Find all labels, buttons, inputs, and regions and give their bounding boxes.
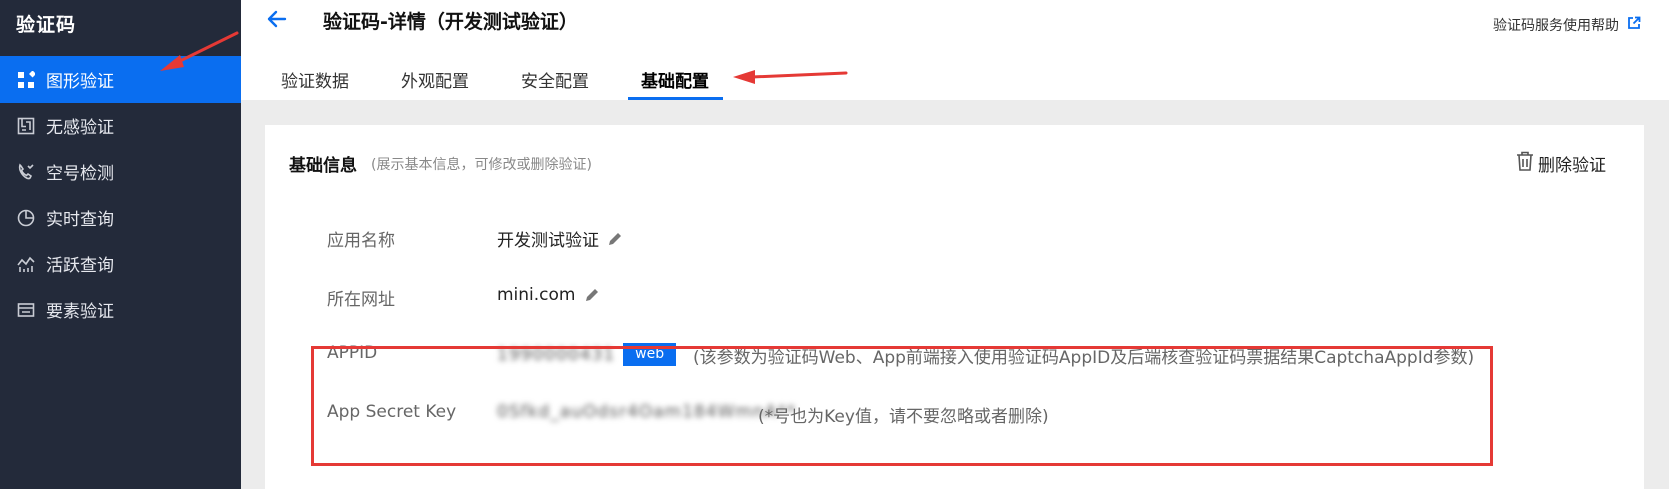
section-title: 基础信息 (289, 156, 357, 176)
back-arrow-icon[interactable] (265, 7, 293, 33)
highlight-box (311, 346, 1493, 466)
page-title: 验证码-详情（开发测试验证） (323, 11, 578, 33)
tab-security-config[interactable]: 安全配置 (521, 67, 589, 92)
sidebar-item-realtime-query[interactable]: 实时查询 (0, 194, 241, 241)
sidebar-item-label: 要素验证 (46, 302, 114, 322)
sidebar-item-label: 活跃查询 (46, 256, 114, 276)
sidebar-item-label: 实时查询 (46, 210, 114, 230)
app-name-label: 应用名称 (327, 231, 395, 251)
sidebar-item-label: 空号检测 (46, 164, 114, 184)
site-url-value-row: mini.com (497, 285, 600, 305)
sidebar-item-invisible-captcha[interactable]: 无感验证 (0, 102, 241, 149)
sidebar: 验证码 图形验证 无感验证 空号检测 实时查询 活跃查询 要素验证 (0, 0, 241, 489)
sidebar-item-graphic-captcha[interactable]: 图形验证 (0, 56, 241, 103)
delete-label: 删除验证 (1538, 156, 1606, 176)
edit-pencil-icon[interactable] (607, 231, 623, 247)
app-name-value: 开发测试验证 (497, 231, 599, 251)
external-link-icon (1627, 16, 1641, 34)
section-subtitle: (展示基本信息，可修改或删除验证) (371, 157, 592, 173)
trash-icon (1516, 151, 1534, 176)
sidebar-item-active-query[interactable]: 活跃查询 (0, 240, 241, 287)
sidebar-item-label: 图形验证 (46, 72, 114, 92)
id-card-icon (16, 300, 36, 320)
tab-verification-data[interactable]: 验证数据 (281, 67, 349, 92)
delete-verification-button[interactable]: 删除验证 (1516, 151, 1606, 176)
help-link[interactable]: 验证码服务使用帮助 (1493, 15, 1641, 35)
edit-pencil-icon[interactable] (584, 287, 600, 303)
sidebar-item-element-verification[interactable]: 要素验证 (0, 286, 241, 333)
pie-clock-icon (16, 208, 36, 228)
grid-apps-icon (16, 70, 36, 90)
site-url-label: 所在网址 (327, 290, 395, 310)
tab-appearance-config[interactable]: 外观配置 (401, 67, 469, 92)
brand-title: 验证码 (16, 14, 77, 36)
maze-icon (16, 116, 36, 136)
sidebar-item-empty-number-check[interactable]: 空号检测 (0, 148, 241, 195)
sidebar-item-label: 无感验证 (46, 118, 114, 138)
site-url-value: mini.com (497, 285, 576, 305)
tab-basic-config[interactable]: 基础配置 (641, 67, 709, 92)
phone-check-icon (16, 162, 36, 182)
active-tab-indicator (628, 97, 723, 100)
top-bar: 验证码-详情（开发测试验证） 验证码服务使用帮助 验证数据 外观配置 安全配置 … (241, 0, 1669, 100)
app-name-value-row: 开发测试验证 (497, 226, 623, 251)
help-link-label: 验证码服务使用帮助 (1493, 18, 1619, 34)
activity-chart-icon (16, 254, 36, 274)
